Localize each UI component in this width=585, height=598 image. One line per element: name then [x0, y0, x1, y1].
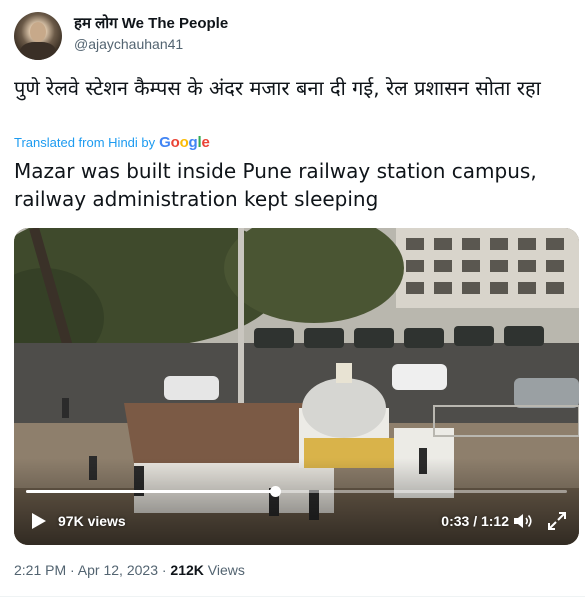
play-icon[interactable] — [28, 511, 48, 531]
avatar[interactable] — [14, 12, 62, 60]
tweet-text-original: पुणे रेलवे स्टेशन कैम्पस के अंदर मजार बन… — [14, 76, 541, 100]
video-frame — [14, 228, 579, 545]
author-name[interactable]: हम लोग We The People — [74, 13, 228, 33]
video-progress-fill — [26, 490, 275, 493]
avatar-body — [20, 42, 56, 60]
tweet-view-label: Views — [203, 562, 245, 578]
video-progress-bar[interactable] — [26, 486, 567, 497]
avatar-face — [30, 22, 46, 42]
tweet-meta: 2:21 PM · Apr 12, 2023 · 212K Views — [14, 562, 245, 578]
video-player[interactable]: 97K views 0:33 / 1:12 — [14, 228, 579, 545]
video-time: 0:33 / 1:12 — [441, 513, 509, 529]
translation-attribution[interactable]: Translated from Hindi by Google — [14, 134, 210, 151]
volume-icon[interactable] — [512, 511, 534, 531]
tweet-text-translated: Mazar was built inside Pune railway stat… — [14, 159, 537, 211]
video-progress-knob[interactable] — [269, 486, 281, 497]
fullscreen-icon[interactable] — [547, 511, 567, 531]
author-handle[interactable]: @ajaychauhan41 — [74, 36, 183, 52]
video-views: 97K views — [58, 513, 126, 529]
google-logo: Google — [159, 134, 210, 151]
tweet-view-count: 212K — [170, 562, 204, 578]
translated-label: Translated from Hindi by — [14, 135, 156, 150]
divider — [0, 596, 585, 597]
tweet-timestamp[interactable]: 2:21 PM · Apr 12, 2023 · — [14, 562, 170, 578]
